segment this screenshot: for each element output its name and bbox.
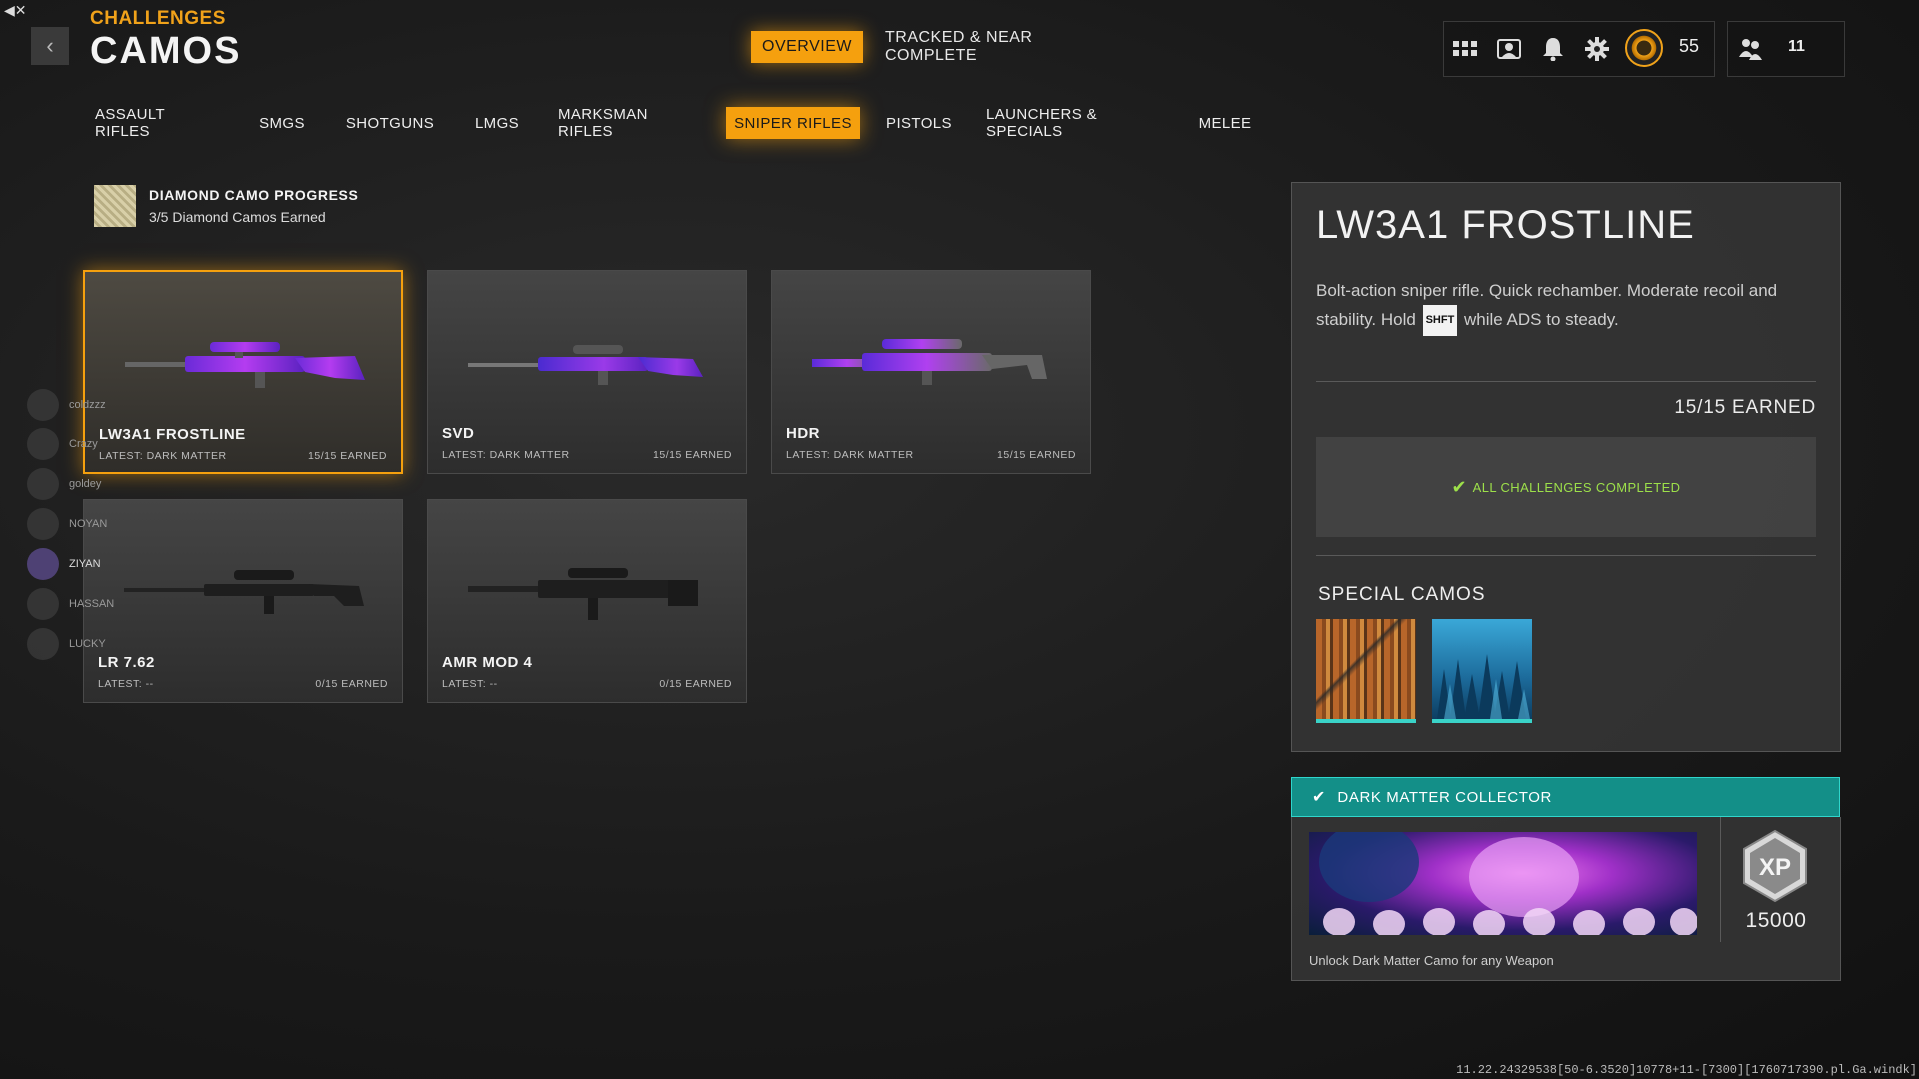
- party-member[interactable]: coldzzz: [27, 389, 106, 421]
- avatar: [27, 389, 59, 421]
- weapon-name: AMR MOD 4: [442, 654, 533, 671]
- weapon-card-amr-mod-4[interactable]: AMR MOD 4 LATEST: -- 0/15 EARNED: [427, 499, 747, 703]
- breadcrumb: CHALLENGES: [90, 8, 226, 29]
- weapon-latest-camo: LATEST: --: [442, 678, 498, 690]
- challenges-status: ✔ ALL CHALLENGES COMPLETED: [1316, 437, 1816, 537]
- xp-badge-icon: XP: [1743, 829, 1807, 903]
- check-icon: ✔: [1312, 789, 1326, 806]
- build-version: 11.22.24329538[50-6.3520]10778+11-[7300]…: [1456, 1063, 1917, 1077]
- divider: [1316, 381, 1816, 382]
- weapon-latest-camo: LATEST: DARK MATTER: [99, 450, 227, 462]
- weapon-image-lw3a1: [125, 342, 365, 388]
- weapon-earned-count: 0/15 EARNED: [315, 678, 388, 690]
- avatar: [27, 508, 59, 540]
- header-icon-group: 55: [1443, 21, 1715, 77]
- weapon-latest-camo: LATEST: --: [98, 678, 154, 690]
- grid-icon[interactable]: [1452, 36, 1478, 62]
- diamond-camo-thumbnail: [94, 185, 136, 227]
- party-member[interactable]: NOYAN: [27, 508, 107, 540]
- weapon-latest-camo: LATEST: DARK MATTER: [442, 449, 570, 461]
- avatar: [27, 588, 59, 620]
- weapon-card-hdr[interactable]: HDR LATEST: DARK MATTER 15/15 EARNED: [771, 270, 1091, 474]
- detail-earned-count: 15/15 EARNED: [1674, 397, 1816, 418]
- party-member[interactable]: HASSAN: [27, 588, 114, 620]
- xp-label: XP: [1759, 854, 1791, 881]
- divider: [1720, 817, 1721, 942]
- dark-matter-camo-image: [1309, 832, 1697, 935]
- weapon-detail-panel: LW3A1 FROSTLINE Bolt-action sniper rifle…: [1291, 182, 1841, 752]
- cat-launchers-specials[interactable]: LAUNCHERS & SPECIALS: [986, 106, 1164, 140]
- forest-pattern: [1437, 654, 1530, 719]
- party-member[interactable]: goldey: [27, 468, 101, 500]
- special-camo-1[interactable]: [1316, 619, 1416, 723]
- weapon-image-amr-mod4: [468, 568, 698, 620]
- weapon-card-lr-762[interactable]: LR 7.62 LATEST: -- 0/15 EARNED: [83, 499, 403, 703]
- player-level: 55: [1679, 36, 1700, 56]
- weapon-earned-count: 15/15 EARNED: [997, 449, 1076, 461]
- party-member[interactable]: Crazy: [27, 428, 98, 460]
- weapon-image-svd: [468, 345, 703, 385]
- avatar: [27, 468, 59, 500]
- weapon-latest-camo: LATEST: DARK MATTER: [786, 449, 914, 461]
- avatar: [27, 628, 59, 660]
- party-group[interactable]: 11: [1727, 21, 1845, 77]
- gear-icon[interactable]: [1584, 36, 1610, 62]
- weapon-name: SVD: [442, 425, 475, 442]
- xp-reward-value: 15000: [1745, 909, 1807, 932]
- weapon-earned-count: 15/15 EARNED: [308, 450, 387, 462]
- collector-reward: XP 15000 Unlock Dark Matter Camo for any…: [1291, 817, 1841, 981]
- notification-bell-icon[interactable]: [1540, 36, 1566, 62]
- collector-description: Unlock Dark Matter Camo for any Weapon: [1309, 953, 1554, 968]
- weapon-image-lr762: [124, 570, 364, 614]
- cat-pistols[interactable]: PISTOLS: [884, 107, 954, 139]
- check-icon: ✔: [1451, 476, 1467, 497]
- weapon-earned-count: 15/15 EARNED: [653, 449, 732, 461]
- party-count: 11: [1788, 38, 1805, 55]
- cat-assault-rifles[interactable]: ASSAULT RIFLES: [95, 106, 220, 140]
- chevron-left-icon: ‹: [46, 33, 54, 58]
- weapon-name: LW3A1 FROSTLINE: [99, 426, 246, 443]
- collector-header: ✔ DARK MATTER COLLECTOR: [1291, 777, 1840, 817]
- avatar: [27, 548, 59, 580]
- diamond-progress-title: DIAMOND CAMO PROGRESS: [149, 187, 359, 203]
- player-card-icon[interactable]: [1496, 36, 1522, 62]
- party-member[interactable]: LUCKY: [27, 628, 106, 660]
- weapon-card-lw3a1-frostline[interactable]: LW3A1 FROSTLINE LATEST: DARK MATTER 15/1…: [83, 270, 403, 474]
- party-icon: [1738, 36, 1764, 62]
- tab-overview[interactable]: OVERVIEW: [751, 31, 863, 63]
- cat-sniper-rifles[interactable]: SNIPER RIFLES: [726, 107, 860, 139]
- cat-marksman-rifles[interactable]: MARKSMAN RIFLES: [558, 106, 706, 140]
- weapon-earned-count: 0/15 EARNED: [659, 678, 732, 690]
- cat-smgs[interactable]: SMGS: [250, 107, 314, 139]
- cat-lmgs[interactable]: LMGS: [466, 107, 528, 139]
- avatar: [27, 428, 59, 460]
- weapon-name: HDR: [786, 425, 820, 442]
- keybind-shift: SHFT: [1422, 305, 1458, 336]
- camo-progress-bar: [1316, 719, 1416, 723]
- collector-title: DARK MATTER COLLECTOR: [1337, 788, 1552, 806]
- page-title: CAMOS: [90, 30, 242, 72]
- party-member[interactable]: ZIYAN: [27, 548, 101, 580]
- weapon-image-hdr: [812, 339, 1047, 385]
- special-camos-title: SPECIAL CAMOS: [1318, 584, 1486, 605]
- weapon-description: Bolt-action sniper rifle. Quick rechambe…: [1316, 276, 1786, 336]
- back-button[interactable]: ‹: [31, 27, 69, 65]
- camo-progress-bar: [1432, 719, 1532, 723]
- mute-icon[interactable]: ◀✕: [4, 2, 27, 18]
- weapon-detail-title: LW3A1 FROSTLINE: [1316, 203, 1695, 247]
- cat-shotguns[interactable]: SHOTGUNS: [344, 107, 436, 139]
- weapon-card-svd[interactable]: SVD LATEST: DARK MATTER 15/15 EARNED: [427, 270, 747, 474]
- diamond-progress-subtitle: 3/5 Diamond Camos Earned: [149, 209, 326, 225]
- divider: [1316, 555, 1816, 556]
- weapon-name: LR 7.62: [98, 654, 155, 671]
- tab-tracked-near-complete[interactable]: TRACKED & NEAR COMPLETE: [885, 29, 1090, 64]
- special-camo-2[interactable]: [1432, 619, 1532, 723]
- cat-melee[interactable]: MELEE: [1194, 107, 1256, 139]
- prestige-emblem-icon[interactable]: [1625, 29, 1663, 67]
